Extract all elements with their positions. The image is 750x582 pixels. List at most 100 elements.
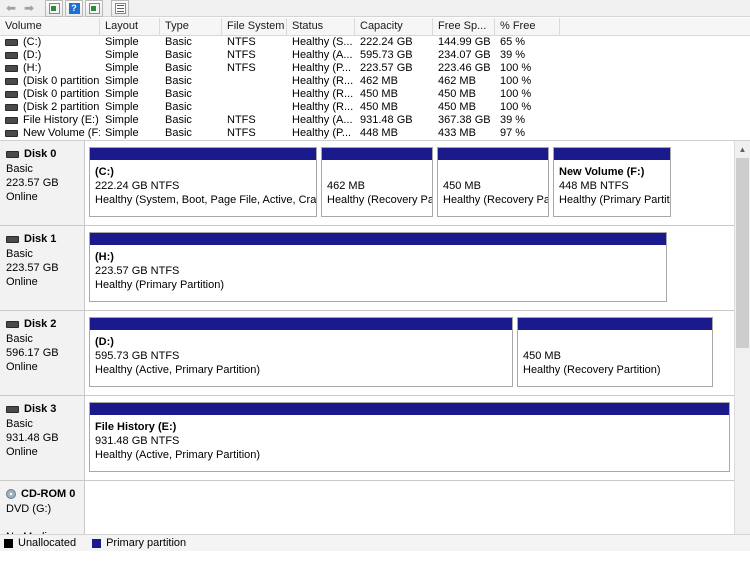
disk-name: Disk 1 [24, 233, 57, 245]
back-button[interactable]: ⬅ [3, 1, 19, 16]
column-header-volume[interactable]: Volume [0, 18, 100, 35]
volume-row[interactable]: (C:) Simple Basic NTFS Healthy (S... 222.24 G… [0, 36, 750, 49]
disk-name: Disk 2 [24, 318, 57, 330]
volume-row[interactable]: (H:) Simple Basic NTFS Healthy (P... 223.57 G… [0, 62, 750, 75]
volume-cell-capacity: 931.48 GB [360, 114, 413, 126]
partition-size: 222.24 GB NTFS [95, 180, 180, 192]
partition-size: 450 MB [523, 350, 561, 362]
volume-cell-fs [222, 101, 287, 114]
partition-color-bar [90, 148, 316, 161]
column-header-layout[interactable]: Layout [100, 18, 160, 35]
legend-label-unallocated: Unallocated [18, 537, 77, 549]
disk-partitions: (H:) 223.57 GB NTFS Healthy (Primary Parti… [85, 226, 750, 310]
volume-cell-capacity: 595.73 GB [360, 49, 413, 61]
list-icon [114, 2, 126, 14]
volume-cell-layout: Simple [105, 36, 139, 48]
partition-color-bar [90, 233, 666, 246]
partition[interactable]: File History (E:) 931.48 GB NTFS Healthy (… [89, 402, 730, 472]
partition[interactable]: 450 MB Healthy (Recovery Partition) [517, 317, 713, 387]
rescan-disks-button[interactable] [111, 0, 129, 17]
disk-state: Online [6, 276, 38, 288]
volume-cell-free: 144.99 GB [438, 36, 491, 48]
disk-size: 223.57 GB [6, 262, 59, 274]
partition[interactable]: (H:) 223.57 GB NTFS Healthy (Primary Parti… [89, 232, 667, 302]
forward-button[interactable]: ➡ [21, 1, 37, 16]
volume-cell-fs [222, 88, 287, 101]
volume-cell-status: Healthy (R... [292, 75, 354, 87]
partition-status: Healthy (Recovery Partit [443, 194, 548, 206]
volume-name-cell: File History (E:) [0, 114, 100, 127]
partition-details: File History (E:) 931.48 GB NTFS Healthy (… [90, 416, 729, 462]
volume-row[interactable]: (Disk 0 partition 2) Simple Basic Healthy (… [0, 75, 750, 88]
disk-title: Disk 3 [6, 402, 84, 416]
partition[interactable]: 462 MB Healthy (Recovery Partit [321, 147, 433, 217]
volume-name-cell: (Disk 0 partition 3) [0, 88, 100, 101]
disk-title: Disk 0 [6, 147, 84, 161]
partition-status: Healthy (Recovery Partit [327, 194, 432, 206]
volume-row[interactable]: (Disk 2 partition 2) Simple Basic Healthy (… [0, 101, 750, 114]
disk-block[interactable]: Disk 3 Basic 931.48 GB Online File History (… [0, 396, 750, 481]
partition[interactable]: (C:) 222.24 GB NTFS Healthy (System, Boot,… [89, 147, 317, 217]
partition-status: Healthy (System, Boot, Page File, Active… [95, 194, 316, 206]
disk-block[interactable]: Disk 2 Basic 596.17 GB Online (D:) 595.73 GB … [0, 311, 750, 396]
partition[interactable]: New Volume (F:) 448 MB NTFS Healthy (Prima… [553, 147, 671, 217]
properties-button[interactable] [85, 0, 103, 17]
volume-row[interactable]: File History (E:) Simple Basic NTFS Healthy … [0, 114, 750, 127]
disk-block[interactable]: Disk 1 Basic 223.57 GB Online (H:) 223.57 GB … [0, 226, 750, 311]
volume-list: Volume Layout Type File System Status Ca… [0, 17, 750, 141]
volume-cell-pct: 100 % [500, 75, 532, 87]
volume-row[interactable]: New Volume (F:) Simple Basic NTFS Healthy (P… [0, 127, 750, 140]
disk-size: 596.17 GB [6, 347, 59, 359]
show-hide-tree-button[interactable] [45, 0, 63, 17]
column-header-free-space[interactable]: Free Sp... [433, 18, 495, 35]
volume-cell-pct: 97 % [500, 127, 526, 139]
graphical-view-scrollbar[interactable]: ▲ ▼ [734, 141, 750, 551]
partition-details: 450 MB Healthy (Recovery Partit [438, 161, 548, 207]
volume-cell-layout: Simple [105, 49, 139, 61]
disk-info-panel[interactable]: Disk 1 Basic 223.57 GB Online [0, 226, 85, 310]
partition-size: 223.57 GB NTFS [95, 265, 180, 277]
volume-cell-fs: NTFS [227, 114, 256, 126]
disk-info-panel[interactable]: Disk 3 Basic 931.48 GB Online [0, 396, 85, 480]
partition[interactable]: 450 MB Healthy (Recovery Partit [437, 147, 549, 217]
column-header-type[interactable]: Type [160, 18, 222, 35]
partition-status: Healthy (Primary Partition) [95, 279, 224, 291]
volume-cell-status: Healthy (A... [292, 114, 353, 126]
partition[interactable]: (D:) 595.73 GB NTFS Healthy (Active, Prima… [89, 317, 513, 387]
partition-details: (C:) 222.24 GB NTFS Healthy (System, Boot,… [90, 161, 316, 207]
volume-row[interactable]: (D:) Simple Basic NTFS Healthy (A... 595.73 G… [0, 49, 750, 62]
partition-status: Healthy (Recovery Partition) [523, 364, 661, 376]
partition-color-bar [518, 318, 712, 331]
disk-state: Online [6, 446, 38, 458]
volume-cell-status: Healthy (P... [292, 62, 352, 74]
volume-cell-type: Basic [165, 101, 192, 113]
volume-cell-pct: 39 % [500, 114, 526, 126]
scroll-up-arrow-icon[interactable]: ▲ [735, 141, 750, 157]
column-header-capacity[interactable]: Capacity [355, 18, 433, 35]
column-header-percent-free[interactable]: % Free [495, 18, 560, 35]
volume-name-cell: (D:) [0, 49, 100, 62]
toolbar: ⬅ ➡ ? [0, 0, 750, 17]
disk-info-panel[interactable]: Disk 0 Basic 223.57 GB Online [0, 141, 85, 225]
disk-title: Disk 2 [6, 317, 84, 331]
volume-cell-status: Healthy (S... [292, 36, 353, 48]
volume-cell-pct: 100 % [500, 101, 532, 113]
disk-info-panel[interactable]: Disk 2 Basic 596.17 GB Online [0, 311, 85, 395]
volume-list-header: Volume Layout Type File System Status Ca… [0, 17, 750, 36]
disk-partitions: (D:) 595.73 GB NTFS Healthy (Active, Prima… [85, 311, 750, 395]
volume-cell-capacity: 450 MB [360, 88, 398, 100]
scrollbar-thumb[interactable] [736, 158, 749, 348]
help-button[interactable]: ? [65, 0, 83, 17]
column-header-status[interactable]: Status [287, 18, 355, 35]
cdrom-icon [6, 489, 16, 499]
volume-name-cell: (H:) [0, 62, 100, 75]
disk-block[interactable]: Disk 0 Basic 223.57 GB Online (C:) 222.24 GB … [0, 141, 750, 226]
column-header-file-system[interactable]: File System [222, 18, 287, 35]
partition-color-bar [554, 148, 670, 161]
drive-icon [5, 117, 18, 124]
volume-label: (Disk 0 partition 3) [23, 88, 100, 100]
volume-cell-pct: 100 % [500, 88, 532, 100]
left-arrow-icon: ⬅ [5, 1, 17, 15]
volume-cell-capacity: 448 MB [360, 127, 398, 139]
volume-row[interactable]: (Disk 0 partition 3) Simple Basic Healthy (… [0, 88, 750, 101]
